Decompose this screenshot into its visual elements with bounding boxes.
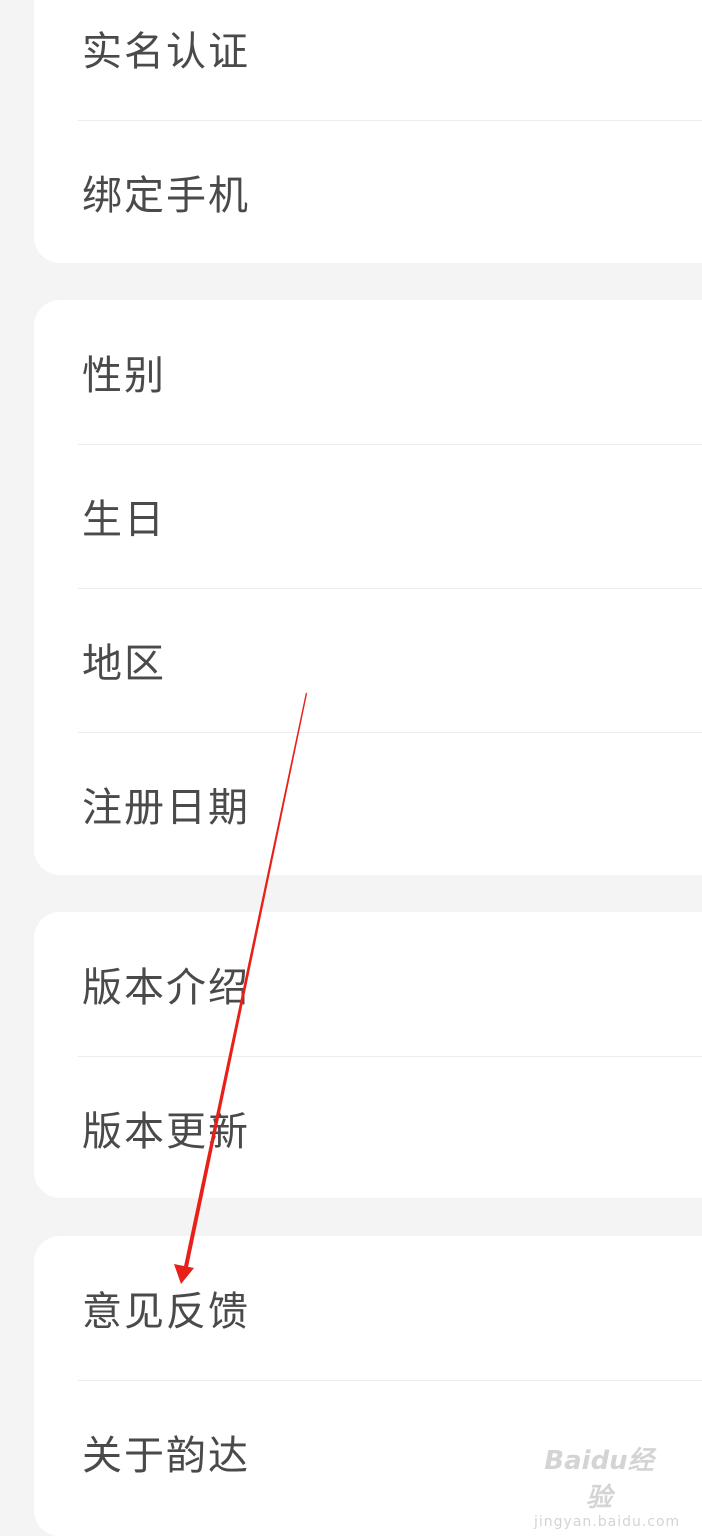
watermark: Baidu经验 jingyan.baidu.com (534, 1440, 681, 1530)
list-item-registration-date[interactable]: 注册日期 (34, 732, 702, 875)
list-item-birthday[interactable]: 生日 (34, 444, 702, 588)
watermark-logo: Baidu经验 (544, 1446, 654, 1513)
list-item-label: 版本更新 (82, 1109, 250, 1155)
list-item-label: 注册日期 (82, 785, 250, 831)
list-item-label: 绑定手机 (82, 173, 250, 219)
list-item-label: 地区 (82, 641, 166, 687)
list-item-label: 关于韵达 (82, 1433, 250, 1479)
list-item-version-update[interactable]: 版本更新 (34, 1056, 702, 1198)
list-item-feedback[interactable]: 意见反馈 (34, 1236, 702, 1380)
list-item-version-intro[interactable]: 版本介绍 (34, 912, 702, 1056)
list-item-label: 生日 (82, 497, 166, 543)
list-item-label: 实名认证 (82, 29, 250, 75)
account-settings-card: 实名认证 绑定手机 (34, 0, 702, 263)
list-item-bind-phone[interactable]: 绑定手机 (34, 120, 702, 263)
watermark-url: jingyan.baidu.com (534, 1514, 681, 1530)
list-item-label: 性别 (82, 353, 166, 399)
list-item-label: 版本介绍 (82, 965, 250, 1011)
version-card: 版本介绍 版本更新 (34, 912, 702, 1198)
list-item-gender[interactable]: 性别 (34, 300, 702, 444)
list-item-real-name-verification[interactable]: 实名认证 (34, 0, 702, 120)
list-item-region[interactable]: 地区 (34, 588, 702, 732)
profile-info-card: 性别 生日 地区 注册日期 (34, 300, 702, 875)
list-item-label: 意见反馈 (82, 1289, 250, 1335)
